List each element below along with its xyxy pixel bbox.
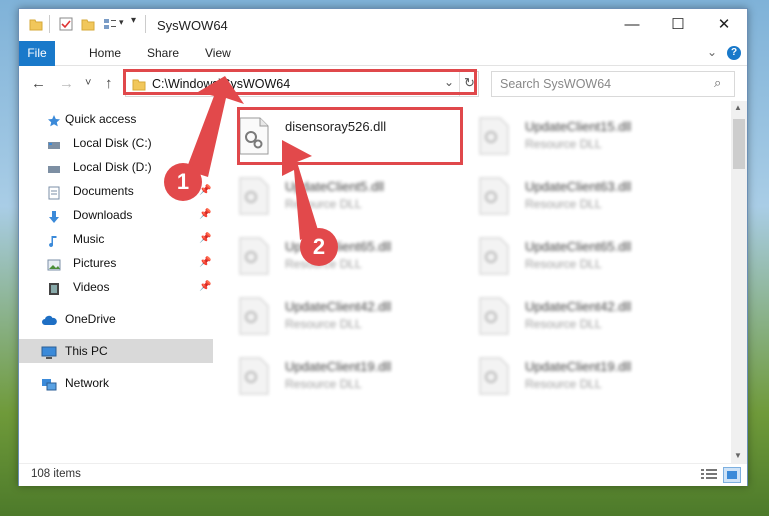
annotation-arrows	[186, 76, 318, 240]
arrow-1	[186, 76, 244, 177]
step-badge-1: 1	[164, 163, 202, 201]
arrow-2	[282, 140, 318, 240]
step-badge-2: 2	[300, 228, 338, 266]
